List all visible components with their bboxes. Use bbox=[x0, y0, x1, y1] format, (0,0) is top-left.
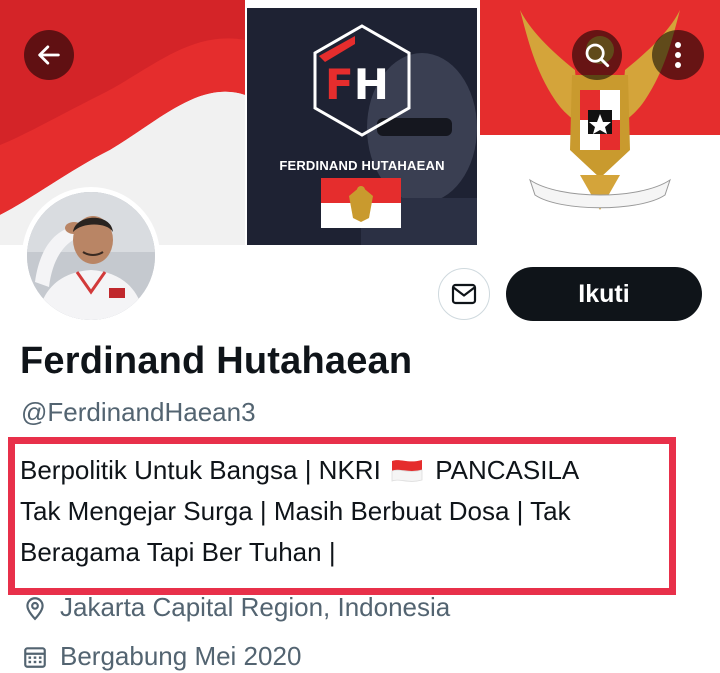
bio-highlight-box bbox=[8, 437, 676, 595]
profile-avatar[interactable] bbox=[22, 187, 160, 325]
avatar-photo bbox=[27, 192, 155, 320]
message-button[interactable] bbox=[438, 268, 490, 320]
fh-logo-name: FERDINAND HUTAHAEAN bbox=[279, 158, 445, 173]
search-icon bbox=[585, 43, 610, 68]
profile-joined-date: Bergabung Mei 2020 bbox=[22, 641, 301, 672]
arrow-left-icon bbox=[38, 45, 60, 65]
follow-button[interactable]: Ikuti bbox=[506, 267, 702, 321]
search-button[interactable] bbox=[572, 30, 622, 80]
back-button[interactable] bbox=[24, 30, 74, 80]
mini-flag-emblem bbox=[321, 178, 401, 228]
envelope-icon bbox=[451, 283, 477, 305]
location-pin-icon bbox=[22, 595, 48, 621]
calendar-icon bbox=[22, 644, 48, 670]
location-text: Jakarta Capital Region, Indonesia bbox=[60, 592, 451, 622]
fh-logo-panel: FH FERDINAND HUTAHAEAN bbox=[247, 8, 477, 245]
more-options-button[interactable] bbox=[652, 30, 704, 80]
fh-logo-f: F bbox=[325, 60, 354, 109]
joined-text: Bergabung Mei 2020 bbox=[60, 641, 302, 671]
profile-location: Jakarta Capital Region, Indonesia bbox=[22, 592, 450, 623]
user-handle: @FerdinandHaean3 bbox=[21, 397, 256, 427]
more-vertical-icon bbox=[675, 42, 681, 68]
display-name: Ferdinand Hutahaean bbox=[20, 340, 413, 382]
fh-logo-h: H bbox=[353, 60, 389, 109]
